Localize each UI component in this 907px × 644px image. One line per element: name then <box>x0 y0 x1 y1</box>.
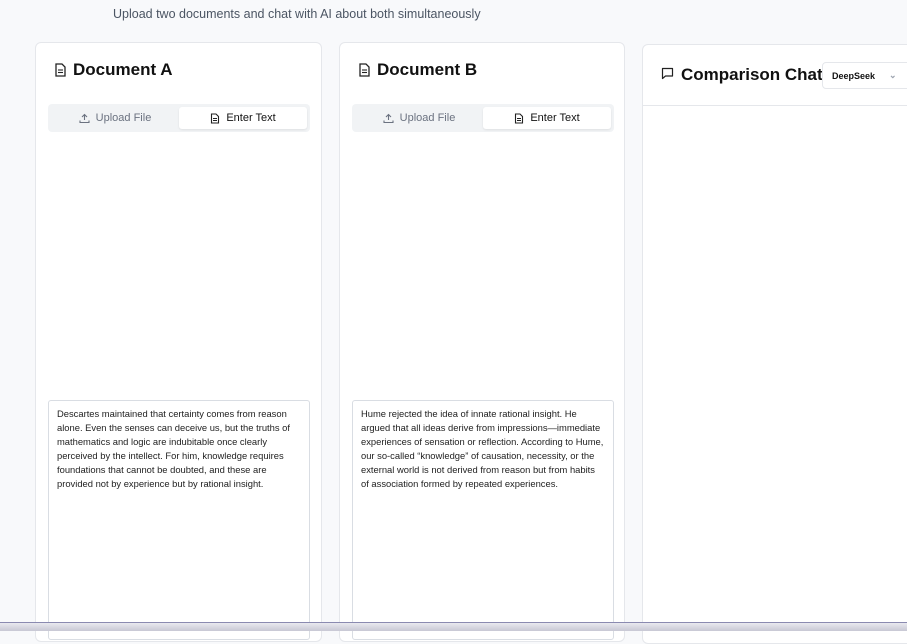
tab-enter-text[interactable]: Enter Text <box>179 107 307 129</box>
document-b-card: Document B Upload File Enter Text Hume r… <box>339 42 625 642</box>
document-icon <box>210 112 220 124</box>
document-b-tabs: Upload File Enter Text <box>352 104 614 132</box>
message-square-icon <box>661 65 674 85</box>
document-a-text-input[interactable]: Descartes maintained that certainty come… <box>48 400 310 640</box>
document-icon <box>358 63 371 77</box>
upload-icon <box>79 113 90 124</box>
chat-title-row: Comparison Chat <box>661 65 823 85</box>
upload-icon <box>383 113 394 124</box>
chevron-down-icon: ⌄ <box>889 70 897 80</box>
tab-upload-file[interactable]: Upload File <box>355 107 483 129</box>
chat-title: Comparison Chat <box>681 65 823 84</box>
page-subtitle: Upload two documents and chat with AI ab… <box>113 7 481 21</box>
document-icon <box>54 63 67 77</box>
model-select-value: DeepSeek <box>832 70 876 81</box>
bottom-strip <box>0 622 907 631</box>
document-icon <box>514 112 524 124</box>
chat-header: Comparison Chat DeepSeek ⌄ <box>643 45 907 106</box>
document-a-title: Document A <box>73 60 173 79</box>
tab-upload-file[interactable]: Upload File <box>51 107 179 129</box>
tab-text-label: Enter Text <box>530 112 580 124</box>
document-b-text-input[interactable]: Hume rejected the idea of innate rationa… <box>352 400 614 640</box>
document-b-title: Document B <box>377 60 478 79</box>
tab-upload-label: Upload File <box>399 112 456 124</box>
tab-upload-label: Upload File <box>95 112 152 124</box>
comparison-chat-card: Comparison Chat DeepSeek ⌄ <box>642 44 907 644</box>
tab-enter-text[interactable]: Enter Text <box>483 107 611 129</box>
model-select[interactable]: DeepSeek ⌄ <box>822 62 907 89</box>
document-a-card: Document A Upload File Enter Text Descar… <box>35 42 322 642</box>
document-a-tabs: Upload File Enter Text <box>48 104 310 132</box>
document-a-header: Document A <box>54 60 173 80</box>
document-b-header: Document B <box>358 60 477 80</box>
tab-text-label: Enter Text <box>226 112 276 124</box>
